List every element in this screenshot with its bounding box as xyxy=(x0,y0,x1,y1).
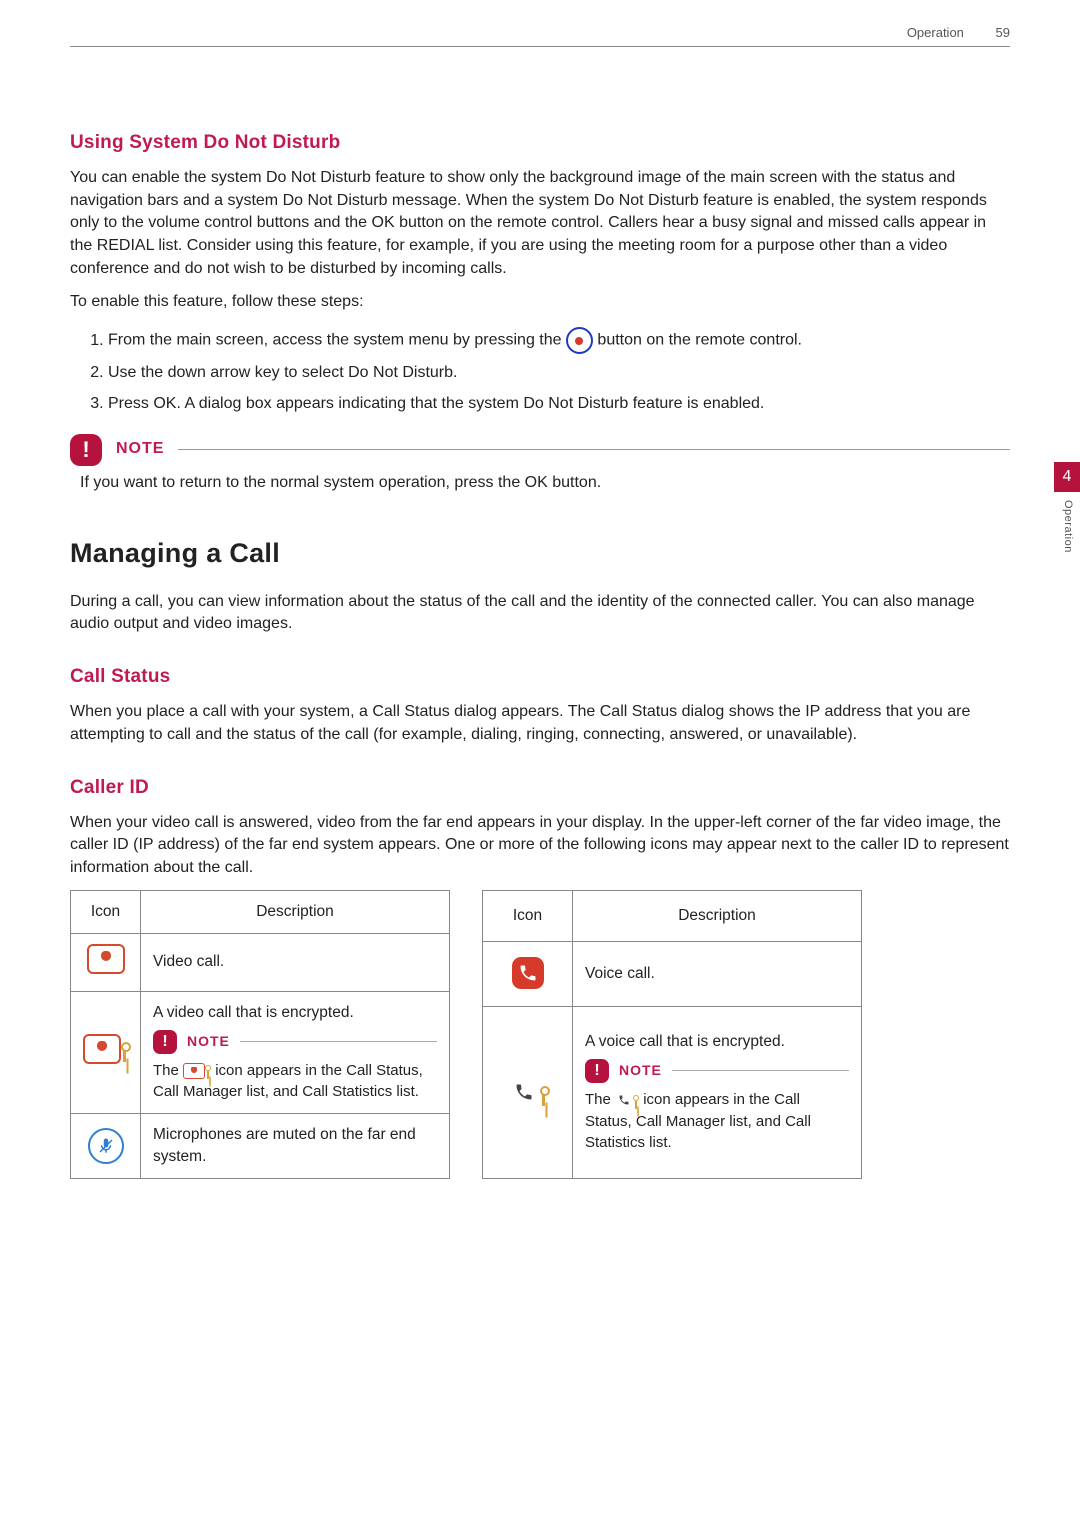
step-1-a: From the main screen, access the system … xyxy=(108,332,566,349)
cell-desc: Voice call. xyxy=(573,942,862,1007)
table-row: Microphones are muted on the far end sys… xyxy=(71,1114,450,1179)
caller-id-icon-table-right: Icon Description Voice call. xyxy=(482,890,862,1180)
para-dnd-intro: You can enable the system Do Not Disturb… xyxy=(70,167,1010,281)
cell-desc: Microphones are muted on the far end sys… xyxy=(141,1114,450,1179)
note-title: NOTE xyxy=(116,438,164,461)
note-badge-icon xyxy=(70,434,102,466)
note-badge-icon xyxy=(153,1030,177,1054)
table-row: Voice call. xyxy=(483,942,862,1007)
heading-call-status: Call Status xyxy=(70,664,1010,691)
note-rule xyxy=(240,1041,437,1042)
table-row: A video call that is encrypted. NOTE The xyxy=(71,991,450,1114)
step-3: Press OK. A dialog box appears indicatin… xyxy=(108,389,1010,420)
voice-call-icon xyxy=(512,957,544,989)
para-caller-id: When your video call is answered, video … xyxy=(70,812,1010,880)
side-tab: 4 Operation xyxy=(1054,462,1080,553)
voice-call-encrypted-icon-inline xyxy=(615,1091,639,1109)
header-rule xyxy=(70,46,1010,47)
cell-desc: Video call. xyxy=(141,933,450,991)
table-row: Video call. xyxy=(71,933,450,991)
para-dnd-steps-intro: To enable this feature, follow these ste… xyxy=(70,291,1010,314)
note-dnd-header: NOTE xyxy=(70,434,1010,466)
note-title: NOTE xyxy=(619,1061,662,1081)
note-rule xyxy=(672,1070,849,1071)
th-icon: Icon xyxy=(483,890,573,941)
heading-using-dnd: Using System Do Not Disturb xyxy=(70,130,1010,157)
header-page: 59 xyxy=(996,25,1010,40)
video-call-icon xyxy=(87,944,125,974)
caller-id-icon-table-left: Icon Description Video call. xyxy=(70,890,450,1180)
side-tab-number: 4 xyxy=(1054,462,1080,492)
note-badge-icon xyxy=(585,1059,609,1083)
dnd-steps-list: From the main screen, access the system … xyxy=(90,323,1010,419)
heading-managing-call: Managing a Call xyxy=(70,534,1010,572)
th-description: Description xyxy=(141,890,450,933)
para-managing: During a call, you can view information … xyxy=(70,591,1010,636)
para-call-status: When you place a call with your system, … xyxy=(70,701,1010,746)
note-rule xyxy=(178,449,1010,450)
running-header: Operation 59 xyxy=(907,24,1010,42)
step-1: From the main screen, access the system … xyxy=(108,323,1010,358)
video-call-encrypted-icon xyxy=(83,1034,129,1064)
mic-muted-icon xyxy=(88,1128,124,1164)
voice-call-encrypted-icon xyxy=(508,1076,548,1108)
heading-caller-id: Caller ID xyxy=(70,775,1010,802)
cell-desc: A voice call that is encrypted. xyxy=(585,1031,849,1053)
side-tab-label: Operation xyxy=(1059,500,1075,553)
th-icon: Icon xyxy=(71,890,141,933)
step-2: Use the down arrow key to select Do Not … xyxy=(108,358,1010,389)
note-text-a: The xyxy=(153,1062,183,1079)
note-title: NOTE xyxy=(187,1032,230,1052)
note-text-a: The xyxy=(585,1091,615,1108)
table-row: A voice call that is encrypted. NOTE The xyxy=(483,1006,862,1179)
note-dnd-body: If you want to return to the normal syst… xyxy=(80,472,1010,495)
cell-desc: A video call that is encrypted. xyxy=(153,1002,437,1024)
ok-button-icon xyxy=(566,327,593,354)
video-call-encrypted-icon-inline xyxy=(183,1063,211,1079)
header-section: Operation xyxy=(907,25,964,40)
th-description: Description xyxy=(573,890,862,941)
step-1-b: button on the remote control. xyxy=(597,332,802,349)
